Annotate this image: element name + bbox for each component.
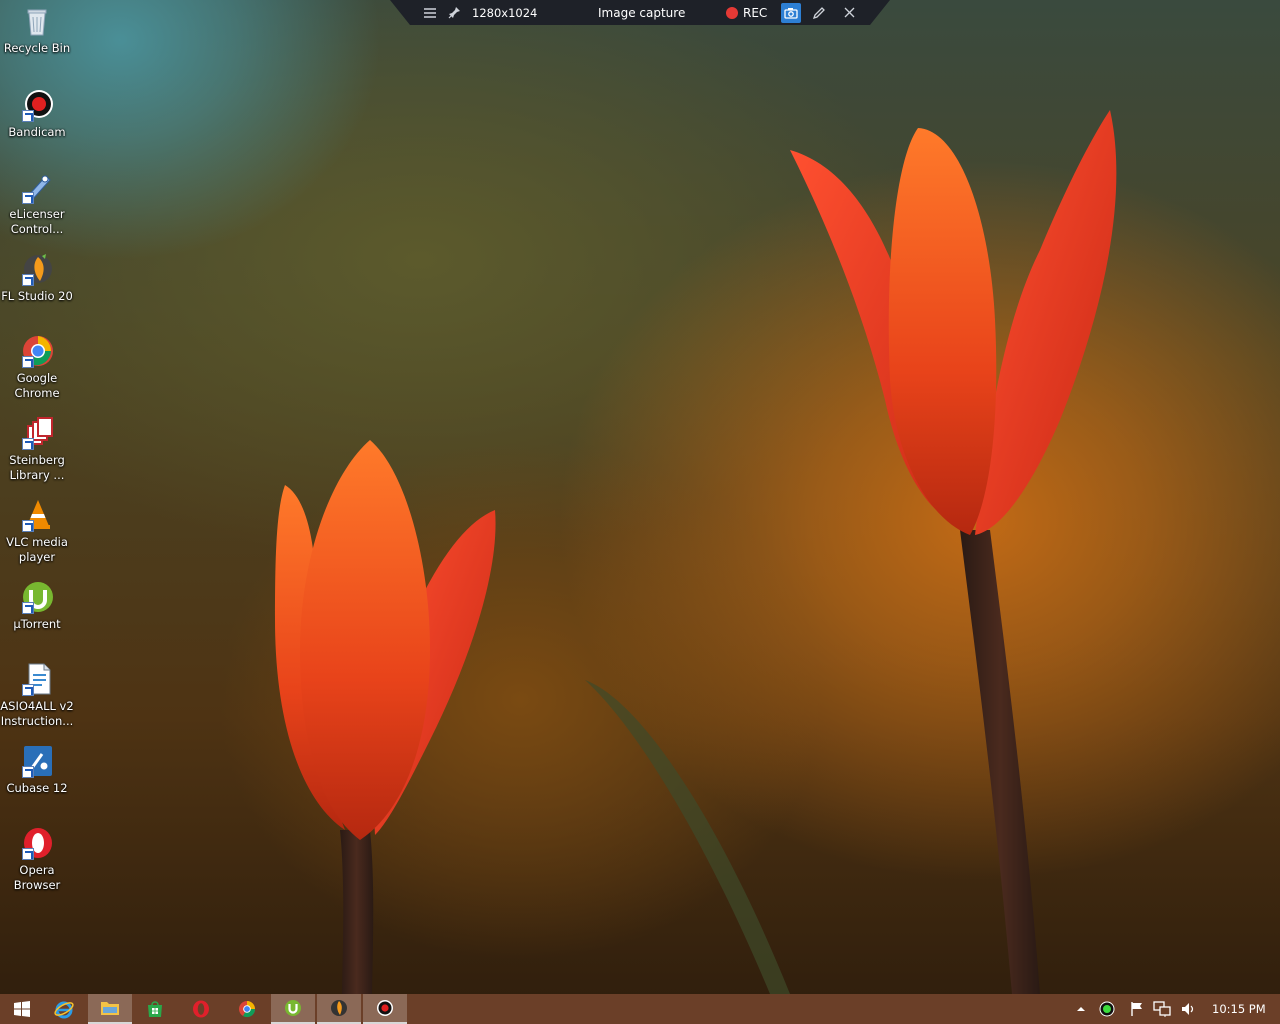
desktop-icon-label: Cubase 12 (6, 781, 68, 795)
taskbar-file-explorer[interactable] (88, 994, 132, 1024)
desktop-icon-label: VLC media player (6, 535, 68, 564)
desktop-icon-bandicam[interactable]: Bandicam (0, 88, 74, 140)
taskbar-bandicam[interactable] (363, 994, 407, 1024)
shortcut-arrow-icon (22, 602, 34, 614)
desktop-icon-label: FL Studio 20 (1, 289, 73, 303)
taskbar-fl-studio[interactable] (317, 994, 361, 1024)
taskbar-chrome[interactable] (225, 994, 269, 1024)
internet-explorer-icon (54, 1001, 74, 1019)
desktop-icon-label: Bandicam (8, 125, 66, 139)
opera-icon (193, 1000, 209, 1018)
desktop-icon-utorrent[interactable]: µTorrent (0, 580, 74, 632)
shortcut-arrow-icon (22, 848, 34, 860)
capture-mode-label[interactable]: Image capture (598, 0, 685, 25)
show-hidden-icons-button[interactable] (1076, 994, 1086, 1024)
utorrent-icon (285, 1000, 301, 1016)
capture-resolution[interactable]: 1280x1024 (472, 0, 537, 25)
shortcut-arrow-icon (22, 520, 34, 532)
chrome-icon (239, 1001, 256, 1018)
desktop-icon-fl-studio[interactable]: FL Studio 20 (0, 252, 74, 304)
capture-toolbar: 1280x1024 Image capture REC (390, 0, 890, 25)
desktop-icon-steinberg-library[interactable]: Steinberg Library ... (0, 416, 74, 483)
screenshot-button[interactable] (781, 0, 801, 25)
chrome-icon (20, 334, 54, 368)
record-button[interactable]: REC (726, 0, 767, 25)
desktop-icon-elicenser[interactable]: eLicenser Control... (0, 170, 74, 237)
network-icon (1153, 1001, 1171, 1017)
clock[interactable]: 10:15 PM (1212, 994, 1266, 1024)
volume-icon (1182, 1003, 1194, 1015)
desktop-icon-google-chrome[interactable]: Google Chrome (0, 334, 74, 401)
chevron-up-icon (1077, 1007, 1085, 1011)
camera-icon (781, 2, 801, 23)
taskbar: 10:15 PM (0, 994, 1280, 1024)
record-status-icon (1099, 1001, 1115, 1017)
record-dot-icon (726, 6, 738, 19)
tray-network[interactable] (1153, 994, 1171, 1024)
desktop-icon-vlc[interactable]: VLC media player (0, 498, 74, 565)
desktop-icon-cubase[interactable]: Cubase 12 (0, 744, 74, 796)
desktop-icon-opera[interactable]: Opera Browser (0, 826, 74, 893)
draw-pencil-icon[interactable] (812, 0, 826, 25)
taskbar-utorrent[interactable] (271, 994, 315, 1024)
record-label: REC (743, 5, 768, 20)
tray-volume[interactable] (1180, 994, 1196, 1024)
elicenser-icon (20, 170, 54, 204)
shortcut-arrow-icon (22, 766, 34, 778)
start-icon (14, 1001, 30, 1017)
desktop-icon-label: Google Chrome (14, 371, 60, 400)
asio4all-doc-icon (20, 662, 54, 696)
tray-action-center[interactable] (1129, 994, 1145, 1024)
close-icon[interactable] (844, 0, 855, 25)
utorrent-icon (20, 580, 54, 614)
shortcut-arrow-icon (22, 192, 34, 204)
tray-bandicam-status[interactable] (1099, 994, 1115, 1024)
opera-icon (20, 826, 54, 860)
taskbar-opera[interactable] (179, 994, 223, 1024)
shortcut-arrow-icon (22, 438, 34, 450)
file-explorer-icon (101, 1002, 119, 1015)
flag-icon (1131, 1002, 1142, 1016)
cubase-icon (20, 744, 54, 778)
vlc-icon (20, 498, 54, 532)
desktop-icon-recycle-bin[interactable]: Recycle Bin (0, 4, 74, 56)
store-icon (148, 1001, 162, 1017)
desktop-icon-label: Recycle Bin (3, 41, 71, 55)
desktop-icon-label: ASIO4ALL v2 Instruction... (0, 699, 74, 728)
shortcut-arrow-icon (22, 684, 34, 696)
desktop-icon-label: eLicenser Control... (9, 207, 65, 236)
desktop-icon-label: Steinberg Library ... (9, 453, 65, 482)
shortcut-arrow-icon (22, 110, 34, 122)
recycle-bin-icon (20, 4, 54, 38)
steinberg-library-icon (20, 416, 54, 450)
desktop-wallpaper (275, 110, 1117, 994)
desktop-icon-label: µTorrent (13, 617, 61, 631)
taskbar-internet-explorer[interactable] (42, 994, 86, 1024)
bandicam-icon (377, 1000, 393, 1016)
fl-studio-icon (20, 252, 54, 286)
desktop-icon-label: Opera Browser (13, 863, 61, 892)
start-button[interactable] (0, 994, 44, 1024)
bandicam-icon (20, 88, 54, 122)
fl-studio-icon (331, 1000, 347, 1016)
desktop-icon-asio4all[interactable]: ASIO4ALL v2 Instruction... (0, 662, 74, 729)
shortcut-arrow-icon (22, 274, 34, 286)
menu-icon[interactable] (424, 0, 436, 25)
pin-icon[interactable] (448, 0, 461, 25)
shortcut-arrow-icon (22, 356, 34, 368)
taskbar-store[interactable] (133, 994, 177, 1024)
